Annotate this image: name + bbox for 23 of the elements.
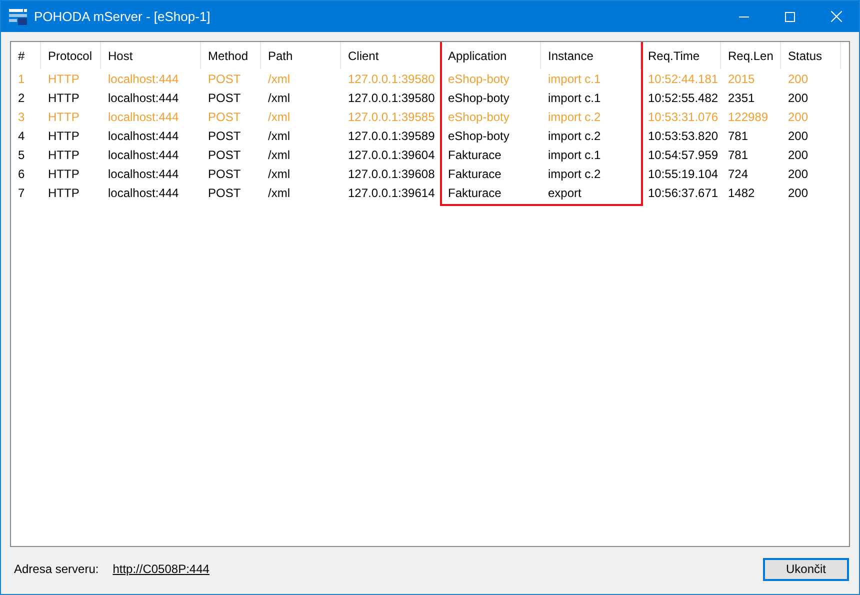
column-header[interactable]: Req.Time bbox=[641, 42, 721, 69]
server-address-link[interactable]: http://C0508P:444 bbox=[112, 562, 210, 576]
table-row[interactable]: 6 HTTP localhost:444 POST /xml 127.0.0.1:39608 Fakturace import c.2 10:55:19.104 724 200 bbox=[11, 164, 849, 183]
column-header[interactable]: Instance bbox=[541, 42, 641, 69]
column-header[interactable]: Application bbox=[441, 42, 541, 69]
table-row[interactable]: 5 HTTP localhost:444 POST /xml 127.0.0.1:39604 Fakturace import c.1 10:54:57.959 781 200 bbox=[11, 145, 849, 164]
maximize-icon[interactable] bbox=[785, 12, 795, 22]
column-header[interactable]: Host bbox=[101, 42, 201, 69]
column-header[interactable]: Req.Len bbox=[721, 42, 781, 69]
column-header[interactable]: Client bbox=[341, 42, 441, 69]
app-icon bbox=[9, 8, 27, 24]
column-header[interactable]: Status bbox=[781, 42, 841, 69]
column-header[interactable]: Method bbox=[201, 42, 261, 69]
table-row[interactable]: 7 HTTP localhost:444 POST /xml 127.0.0.1:39614 Fakturace export 10:56:37.671 1482 200 bbox=[11, 183, 849, 202]
column-header[interactable]: Protocol bbox=[41, 42, 101, 69]
window-title: POHODA mServer - [eShop-1] bbox=[34, 9, 210, 24]
close-icon[interactable] bbox=[831, 11, 842, 22]
table-row[interactable]: 2 HTTP localhost:444 POST /xml 127.0.0.1:39580 eShop-boty import c.1 10:52:55.482 2351 200 bbox=[11, 88, 849, 107]
server-address-label: Adresa serveru: bbox=[14, 562, 99, 576]
column-header[interactable]: Path bbox=[261, 42, 341, 69]
table-row[interactable]: 4 HTTP localhost:444 POST /xml 127.0.0.1:39589 eShop-boty import c.2 10:53:53.820 781 200 bbox=[11, 126, 849, 145]
column-header[interactable]: # bbox=[11, 42, 41, 69]
quit-button[interactable]: Ukončit bbox=[763, 558, 849, 580]
